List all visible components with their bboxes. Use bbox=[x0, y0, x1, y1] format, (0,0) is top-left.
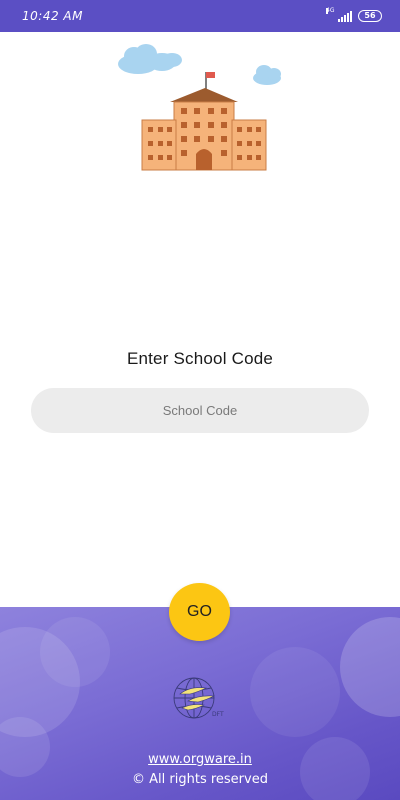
battery-icon: 56 bbox=[358, 10, 382, 22]
cloud-icon bbox=[118, 44, 182, 74]
status-icons: 4G 56 bbox=[326, 7, 382, 24]
bokeh-decoration bbox=[40, 617, 110, 687]
cloud-icon bbox=[253, 65, 281, 85]
network-type-label: 4G bbox=[326, 6, 335, 14]
go-button[interactable]: GO bbox=[169, 583, 230, 641]
status-bar: 10:42 AM 4G 56 bbox=[0, 0, 400, 32]
school-building-illustration bbox=[118, 44, 281, 171]
copyright-text: © All rights reserved bbox=[132, 772, 268, 787]
bokeh-decoration bbox=[250, 647, 340, 737]
website-link[interactable]: www.orgware.in bbox=[0, 752, 400, 767]
status-time: 10:42 AM bbox=[22, 9, 83, 23]
page-title: Enter School Code bbox=[126, 349, 274, 368]
signal-icon: 4G bbox=[326, 7, 352, 22]
bokeh-decoration bbox=[300, 737, 370, 800]
dft-globe-logo: DFT bbox=[173, 677, 224, 719]
bokeh-decoration bbox=[340, 617, 400, 717]
school-code-input[interactable] bbox=[31, 388, 369, 433]
svg-text:DFT: DFT bbox=[212, 711, 224, 718]
